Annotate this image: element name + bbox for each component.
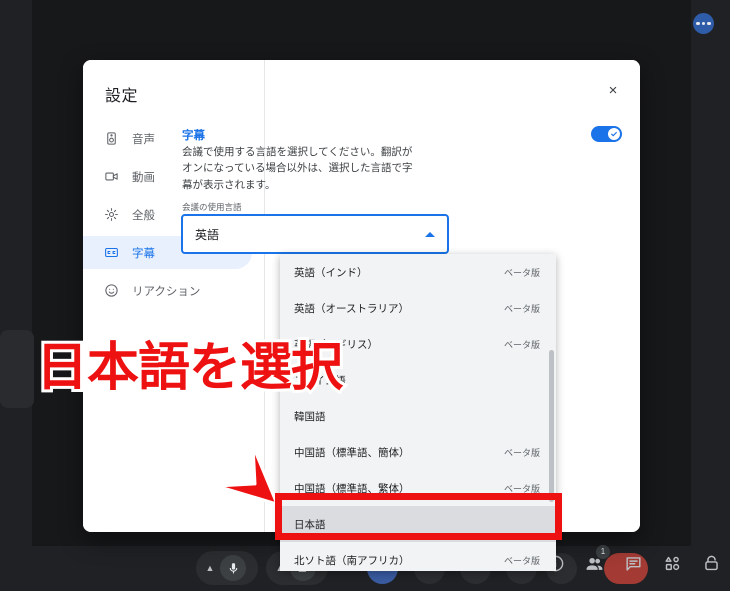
chat-icon[interactable] (622, 552, 644, 574)
list-item[interactable]: 中国語（標準語、繁体） ベータ版 (280, 470, 556, 506)
dot-1-icon (696, 21, 700, 26)
right-icon-group: 1 (544, 545, 722, 574)
microphone-icon[interactable] (220, 555, 246, 581)
gear-icon (103, 207, 119, 223)
list-item[interactable]: 中国語（標準語、簡体） ベータ版 (280, 434, 556, 470)
dropdown-scrollbar[interactable] (549, 350, 554, 502)
participant-tile[interactable] (0, 330, 34, 408)
closed-caption-icon (103, 245, 119, 261)
people-icon[interactable]: 1 (583, 545, 610, 574)
section-title: 字幕 (182, 130, 205, 142)
host-controls-icon[interactable] (700, 552, 722, 574)
list-item[interactable]: 北ソト語（南アフリカ） ベータ版 (280, 542, 556, 571)
annotation-text: 日本語を選択 (33, 335, 346, 401)
list-item-japanese[interactable]: 日本語 (280, 506, 556, 542)
mic-chevron-up-icon[interactable]: ▲ (200, 558, 220, 578)
video-camera-icon (103, 169, 119, 185)
more-options-fab[interactable] (693, 13, 714, 34)
down-right-arrow-icon (195, 426, 279, 506)
language-field-label: 会議の使用言語 (182, 202, 242, 212)
sidebar-item-label: リアクション (132, 285, 201, 298)
sidebar-item-label: 全般 (132, 209, 155, 222)
dot-3-icon (707, 21, 711, 26)
list-item[interactable]: 英語（インド） ベータ版 (280, 254, 556, 290)
dialog-title: 設定 (105, 88, 139, 105)
language-select[interactable]: 英語 (181, 214, 449, 254)
speaker-icon (103, 131, 119, 147)
activities-icon[interactable] (661, 552, 683, 574)
list-item[interactable]: 英語（オーストラリア） ベータ版 (280, 290, 556, 326)
sidebar-item-label: 字幕 (132, 247, 155, 260)
sidebar-item-label: 動画 (132, 171, 155, 184)
meet-screen: ▲ ▲ (0, 0, 730, 591)
sidebar-item-label: 音声 (132, 133, 155, 146)
people-badge: 1 (596, 545, 610, 559)
language-select-value: 英語 (195, 227, 220, 242)
close-icon[interactable]: × (602, 79, 624, 101)
chevron-up-icon[interactable] (425, 231, 435, 237)
language-dropdown[interactable]: 英語（インド） ベータ版 英語（オーストラリア） ベータ版 英語（イギリス） ベータ版… (280, 254, 556, 571)
list-item[interactable]: 韓国語 (280, 398, 556, 434)
dot-2-icon (701, 21, 706, 26)
sidebar-item-reactions[interactable]: リアクション (83, 274, 252, 307)
smiley-face-icon (103, 283, 119, 299)
toggle-knob (608, 128, 620, 140)
section-description: 会議で使用する言語を選択してください。翻訳がオンになっている場合以外は、選択した… (182, 146, 413, 191)
captions-toggle[interactable] (591, 126, 622, 142)
mic-control-group[interactable]: ▲ (196, 551, 258, 585)
